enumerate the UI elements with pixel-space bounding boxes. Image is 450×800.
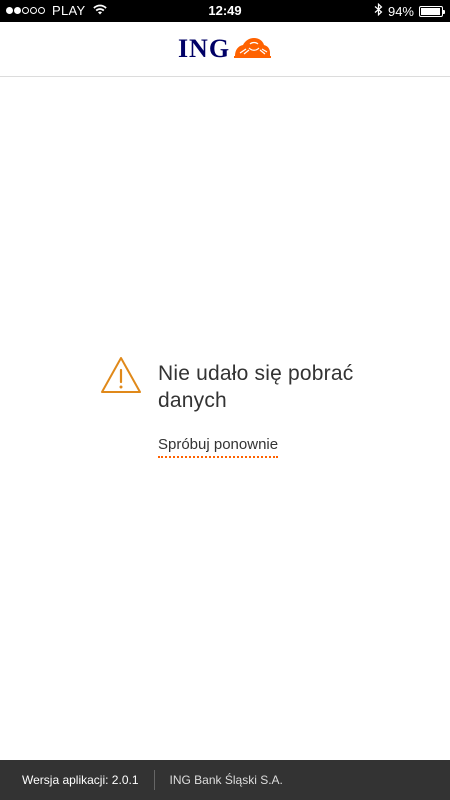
logo-text: ING (177, 34, 231, 63)
status-right: 94% (374, 2, 445, 19)
app-screen: PLAY 12:49 94% ING Nie udało się pobrać … (0, 0, 450, 800)
status-bar: PLAY 12:49 94% (0, 0, 450, 22)
battery-percent: 94% (387, 3, 414, 19)
battery-level (421, 7, 440, 15)
app-version: Wersja aplikacji: 2.0.1 (22, 773, 139, 787)
company-name: ING Bank Śląski S.A. (169, 773, 283, 787)
battery-icon (419, 5, 445, 17)
ing-logo: ING (178, 34, 272, 65)
retry-link[interactable]: Spróbuj ponownie (158, 436, 279, 458)
lion-logo-icon (232, 34, 272, 65)
footer-divider (153, 770, 155, 790)
app-header: ING (0, 22, 450, 77)
error-message: Nie udało się pobrać danych (158, 362, 354, 412)
bluetooth-icon (374, 2, 383, 19)
warning-icon (100, 356, 142, 399)
app-footer: Wersja aplikacji: 2.0.1 ING Bank Śląski … (0, 760, 450, 800)
